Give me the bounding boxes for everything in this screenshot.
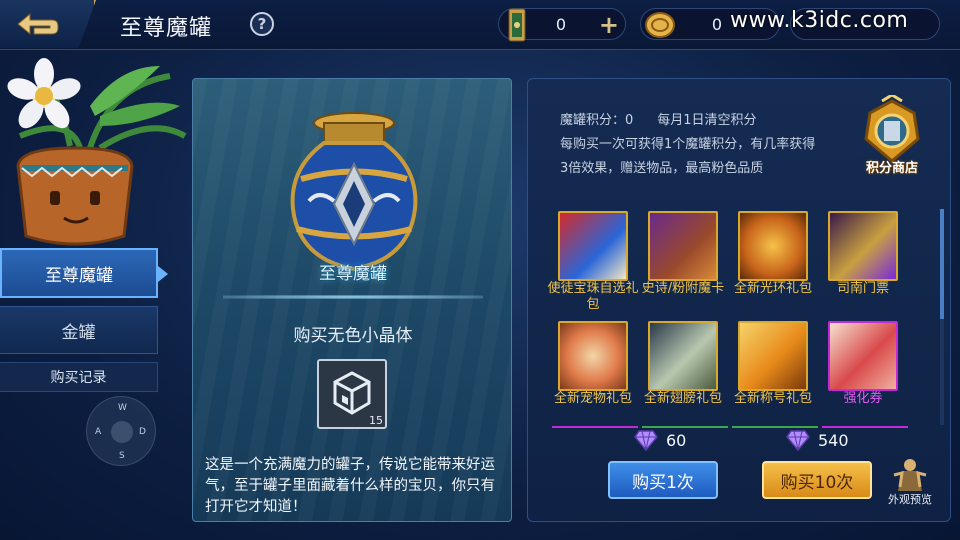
ticket-currency: 0 + <box>498 8 626 42</box>
points-label: 魔罐积分：0 <box>560 113 634 128</box>
joystick-key-d: D <box>139 427 146 437</box>
buy-crystal-text: 购买无色小晶体 <box>293 326 413 346</box>
add-ticket-button[interactable]: + <box>599 11 619 39</box>
diamond-icon <box>634 430 658 451</box>
rarity-line <box>552 426 638 428</box>
price-single: 60 <box>666 431 687 450</box>
enhance-ticket-icon <box>828 321 898 391</box>
help-icon[interactable]: ? <box>250 12 274 36</box>
jar-detail-panel: 至尊魔罐 购买无色小晶体 15 这是一个充满魔力的罐子，传说它能带来好运气，至于… <box>192 78 512 522</box>
top-bar: 至尊魔罐 ? 0 + 0 www.k3idc.com <box>0 0 960 50</box>
reward-item-label: 史诗/粉附魔卡 <box>641 281 725 296</box>
crystal-item-slot[interactable]: 15 <box>317 359 387 429</box>
watermark-text: www.k3idc.com <box>730 8 909 33</box>
back-arrow-icon <box>17 12 59 36</box>
reward-item-label: 全新称号礼包 <box>733 391 812 406</box>
reward-grid: 使徒宝珠自选礼包 史诗/粉附魔卡 全新光环礼包 司南门票 全新宠物礼包 全新翅膀… <box>542 209 934 428</box>
buy-once-button[interactable]: 购买1次 <box>608 461 718 499</box>
reward-item[interactable]: 全新光环礼包 <box>722 209 812 317</box>
joystick-key-s: S <box>119 451 125 461</box>
reward-item[interactable]: 全新宠物礼包 <box>542 319 638 428</box>
reward-item-label: 使徒宝珠自选礼包 <box>547 281 639 312</box>
price-ten: 540 <box>818 431 849 450</box>
joystick-key-w: W <box>118 403 127 413</box>
ticket-count: 0 <box>555 15 567 34</box>
enchant-card-icon <box>648 211 718 281</box>
jar-description: 这是一个充满魔力的罐子，传说它能带来好运气，至于罐子里面藏着什么样的宝贝，你只有… <box>205 457 495 515</box>
sidebar-item-supreme-jar[interactable]: 至尊魔罐 <box>0 248 168 298</box>
pet-egg-icon <box>558 321 628 391</box>
appearance-preview-button[interactable]: 外观预览 <box>880 457 940 507</box>
reward-scrollbar[interactable] <box>940 209 944 425</box>
page-title: 至尊魔罐 <box>120 16 213 41</box>
points-line: 魔罐积分：0 每月1日清空积分 <box>560 109 757 128</box>
purchase-record-button[interactable]: 购买记录 <box>0 362 158 392</box>
preview-label: 外观预览 <box>888 493 932 506</box>
divider-glow <box>223 295 483 299</box>
magic-jar-image <box>290 112 418 272</box>
points-shop-button[interactable]: 积分商店 <box>852 93 932 183</box>
reward-panel: 魔罐积分：0 每月1日清空积分 每购买一次可获得1个魔罐积分，有几率获得3倍效果，… <box>527 78 951 522</box>
crystal-cube-icon <box>333 371 371 415</box>
reward-item-label: 全新翅膀礼包 <box>643 391 722 406</box>
reward-item-label: 强化券 <box>843 391 883 406</box>
coin-icon <box>645 12 675 38</box>
aura-box-icon <box>738 211 808 281</box>
rarity-line <box>732 426 818 428</box>
gem-box-icon <box>558 211 628 281</box>
buy-ten-button[interactable]: 购买10次 <box>762 461 872 499</box>
diamond-icon <box>786 430 810 451</box>
reward-item[interactable]: 全新称号礼包 <box>722 319 818 428</box>
shop-label: 积分商店 <box>865 161 918 176</box>
sidebar-item-gold-jar[interactable]: 金罐 <box>0 306 158 354</box>
flower-pot-mascot <box>7 58 187 246</box>
crystal-count: 15 <box>369 414 383 427</box>
joystick-key-a: A <box>95 427 102 437</box>
clear-note: 每月1日清空积分 <box>657 113 757 128</box>
ticket-item-icon <box>828 211 898 281</box>
back-button[interactable] <box>0 0 96 48</box>
reward-item-label: 司南门票 <box>836 281 889 296</box>
reward-item[interactable]: 史诗/粉附魔卡 <box>632 209 724 317</box>
scrollbar-thumb[interactable] <box>940 209 944 319</box>
reward-item-label: 全新光环礼包 <box>733 281 812 296</box>
title-box-icon <box>738 321 808 391</box>
virtual-joystick[interactable]: W A D S <box>86 396 156 466</box>
reward-item[interactable]: 司南门票 <box>812 209 900 317</box>
preview-figure-icon <box>893 459 927 491</box>
ticket-icon <box>508 8 526 42</box>
wing-box-icon <box>648 321 718 391</box>
jar-name: 至尊魔罐 <box>319 264 387 284</box>
points-info: 每购买一次可获得1个魔罐积分，有几率获得3倍效果，赠送物品，最高粉色品质 <box>560 137 816 176</box>
reward-item[interactable]: 使徒宝珠自选礼包 <box>542 209 639 317</box>
rarity-line <box>642 426 728 428</box>
joystick-knob[interactable] <box>111 421 133 443</box>
rarity-line <box>822 426 908 428</box>
reward-item[interactable]: 全新翅膀礼包 <box>632 319 728 428</box>
reward-item[interactable]: 强化券 <box>812 319 908 428</box>
reward-item-label: 全新宠物礼包 <box>553 391 632 406</box>
